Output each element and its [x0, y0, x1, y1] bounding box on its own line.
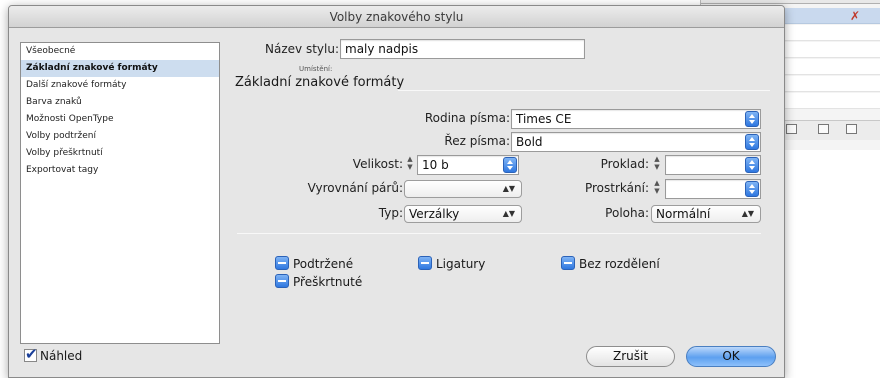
case-label: Typ: — [378, 206, 403, 220]
preview-checkbox[interactable]: ✔ Náhled — [24, 345, 83, 363]
leading-label: Proklad: — [600, 157, 649, 171]
sidebar-item-strikethrough-options[interactable]: Volby přeškrtnutí — [21, 145, 219, 162]
options-divider — [237, 233, 761, 234]
font-family-dropdown-icon[interactable] — [745, 111, 759, 127]
sidebar-item-general[interactable]: Všeobecné — [21, 43, 219, 60]
category-list[interactable]: Všeobecné Základní znakové formáty Další… — [20, 42, 220, 344]
font-family-value: Times CE — [516, 112, 572, 126]
location-label: Umístění: — [299, 65, 333, 73]
size-value: 10 b — [422, 158, 449, 172]
style-name-input[interactable]: maly nadpis — [340, 39, 585, 59]
font-style-combo[interactable]: Bold — [511, 132, 761, 152]
mixed-checkbox-icon — [561, 256, 575, 270]
dialog-title: Volby znakového stylu — [9, 6, 784, 28]
new-group-icon[interactable] — [786, 124, 797, 134]
leading-dropdown-icon[interactable] — [745, 157, 759, 173]
position-popup[interactable]: Normální ▲▼ — [651, 205, 761, 223]
background-panel-header — [701, 0, 880, 4]
position-updown-icon: ▲▼ — [741, 209, 754, 218]
ligatures-checkbox[interactable]: Ligatury — [418, 256, 485, 271]
ligatures-label: Ligatury — [436, 257, 486, 271]
mixed-checkbox-icon — [275, 274, 289, 288]
sidebar-item-advanced-formats[interactable]: Další znakové formáty — [21, 77, 219, 94]
section-title: Základní znakové formáty — [235, 75, 405, 90]
underline-checkbox[interactable]: Podtržené — [275, 256, 353, 271]
position-label: Poloha: — [605, 206, 649, 220]
preview-label: Náhled — [40, 349, 83, 363]
case-updown-icon: ▲▼ — [502, 209, 515, 218]
leading-stepper-icon[interactable]: ▲ ▼ — [652, 155, 662, 173]
font-style-label: Řez písma: — [444, 134, 510, 148]
underline-label: Podtržené — [293, 257, 354, 271]
ok-button[interactable]: OK — [686, 346, 776, 367]
new-style-icon[interactable] — [818, 124, 829, 134]
font-family-label: Rodina písma: — [424, 111, 510, 125]
position-value: Normální — [656, 207, 711, 221]
checkmark-icon: ✔ — [24, 345, 38, 363]
sidebar-item-character-color[interactable]: Barva znaků — [21, 94, 219, 111]
size-combo[interactable]: 10 b — [417, 155, 519, 175]
size-dropdown-icon[interactable] — [503, 157, 517, 173]
mixed-checkbox-icon — [275, 256, 289, 270]
delete-style-icon[interactable]: ✗ — [850, 9, 860, 23]
kerning-label: Vyrovnání párů: — [307, 181, 403, 195]
style-name-label: Název stylu: — [265, 42, 339, 56]
sidebar-item-export-tagging[interactable]: Exportovat tagy — [21, 162, 219, 179]
case-popup[interactable]: Verzálky ▲▼ — [404, 205, 522, 223]
size-stepper-icon[interactable]: ▲ ▼ — [405, 155, 415, 173]
font-style-dropdown-icon[interactable] — [745, 134, 759, 150]
tracking-stepper-icon[interactable]: ▲ ▼ — [652, 179, 662, 197]
strikethrough-label: Přeškrtnuté — [293, 275, 363, 289]
size-label: Velikost: — [352, 157, 403, 171]
tracking-label: Prostrkání: — [584, 181, 649, 195]
kerning-popup[interactable]: ▲▼ — [404, 180, 522, 198]
section-divider — [398, 90, 770, 91]
no-break-label: Bez rozdělení — [579, 257, 660, 271]
cancel-button[interactable]: Zrušit — [586, 346, 675, 367]
font-style-value: Bold — [516, 135, 543, 149]
mixed-checkbox-icon — [418, 256, 432, 270]
sidebar-item-opentype[interactable]: Možnosti OpenType — [21, 111, 219, 128]
no-break-checkbox[interactable]: Bez rozdělení — [561, 256, 660, 271]
trash-icon[interactable] — [846, 124, 857, 134]
sidebar-item-underline-options[interactable]: Volby podtržení — [21, 128, 219, 145]
strikethrough-checkbox[interactable]: Přeškrtnuté — [275, 274, 362, 289]
character-style-options-dialog: Volby znakového stylu Všeobecné Základní… — [8, 5, 785, 378]
case-value: Verzálky — [409, 207, 460, 221]
leading-combo[interactable] — [665, 155, 761, 175]
tracking-dropdown-icon[interactable] — [745, 181, 759, 197]
tracking-combo[interactable] — [665, 179, 761, 199]
font-family-combo[interactable]: Times CE — [511, 109, 761, 129]
sidebar-item-basic-formats[interactable]: Základní znakové formáty — [21, 60, 219, 77]
kerning-updown-icon: ▲▼ — [502, 184, 515, 193]
